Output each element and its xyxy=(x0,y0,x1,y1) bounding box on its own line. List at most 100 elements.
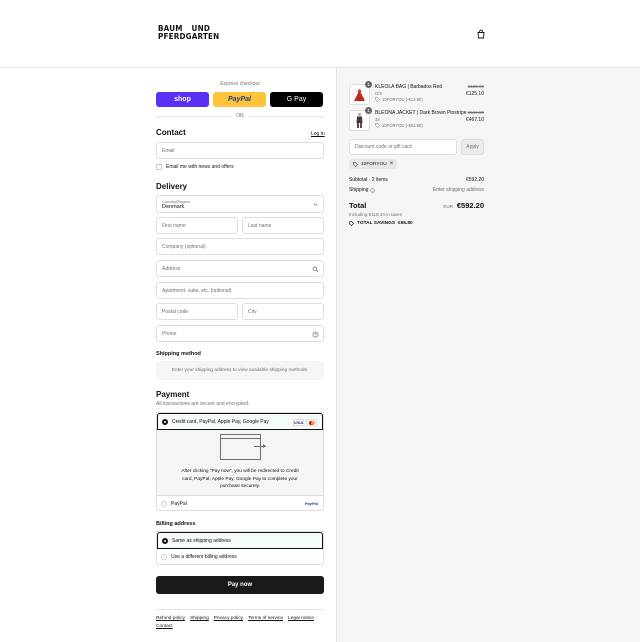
payment-heading: Payment xyxy=(156,390,190,399)
newsletter-option[interactable]: Email me with news and offers xyxy=(156,164,234,170)
help-circle-icon[interactable] xyxy=(312,331,319,338)
apply-discount-button[interactable]: Apply xyxy=(461,139,484,155)
applied-code-label: 10FORYOU xyxy=(361,161,387,167)
total-row: Total EUR €592.20 xyxy=(349,201,484,210)
shipping-row: Shipping Enter shipping address xyxy=(349,187,484,193)
item-price: €467.10 xyxy=(465,117,484,123)
phone-field[interactable]: Phone xyxy=(156,325,324,342)
address-field[interactable]: Address xyxy=(156,260,324,277)
contact-heading: Contact xyxy=(156,128,186,137)
email-field[interactable]: Email xyxy=(156,142,324,159)
postal-code-field[interactable]: Postal code xyxy=(156,303,238,320)
refund-policy-link[interactable]: Refund policy xyxy=(156,616,185,621)
shop-pay-button[interactable]: shop xyxy=(156,92,209,107)
tag-icon xyxy=(375,97,380,102)
payment-options: Credit card, PayPal, Apple Pay, Google P… xyxy=(156,412,324,511)
payment-option-paypal[interactable]: PayPal PayPal xyxy=(157,495,323,510)
shipping-info-box: Enter your shipping address to view avai… xyxy=(156,361,324,380)
first-name-field[interactable]: First name xyxy=(156,217,238,234)
payment-option-card-label: Credit card, PayPal, Apple Pay, Google P… xyxy=(172,418,269,425)
billing-same-label: Same as shipping address xyxy=(172,537,231,544)
company-placeholder: Company (optional) xyxy=(162,243,206,250)
radio-unselected[interactable] xyxy=(161,500,167,507)
billing-option-different[interactable]: Use a different billing address xyxy=(157,549,323,564)
help-circle-icon[interactable] xyxy=(370,187,376,193)
total-value: €592.20 xyxy=(456,201,484,210)
brand-logo[interactable]: BAUM UND PFERDGARTEN xyxy=(158,25,219,41)
shopping-bag-icon[interactable] xyxy=(476,29,486,39)
terms-link[interactable]: Terms of service xyxy=(248,616,283,621)
tag-icon xyxy=(353,161,358,167)
delivery-heading: Delivery xyxy=(156,182,188,191)
google-pay-button[interactable]: G Pay xyxy=(270,92,323,107)
shipping-value: Enter shipping address xyxy=(432,187,484,193)
redirect-panel: After clicking “Pay now”, you will be re… xyxy=(157,430,323,495)
discount-placeholder: Discount code or gift card xyxy=(355,144,412,150)
currency-code: EUR xyxy=(443,204,453,209)
radio-unselected[interactable] xyxy=(161,554,167,560)
radio-selected[interactable] xyxy=(162,537,168,544)
express-checkout-label: Express checkout xyxy=(220,81,260,87)
phone-placeholder: Phone xyxy=(162,330,177,337)
discount-code-input[interactable]: Discount code or gift card xyxy=(349,139,457,155)
login-link[interactable]: Log in xyxy=(311,131,325,137)
redirect-message: After clicking “Pay now”, you will be re… xyxy=(181,469,299,489)
visa-icon: VISA xyxy=(293,419,304,426)
mastercard-icon xyxy=(306,419,317,426)
shipping-link[interactable]: Shipping xyxy=(190,616,209,621)
last-name-field[interactable]: Last name xyxy=(242,217,324,234)
payment-option-card[interactable]: Credit card, PayPal, Apple Pay, Google P… xyxy=(157,413,323,430)
country-select[interactable]: Country/Region Denmark xyxy=(156,195,324,213)
email-placeholder: Email xyxy=(162,147,175,154)
newsletter-checkbox[interactable] xyxy=(156,164,162,170)
applied-discount-chip: 10FORYOU × xyxy=(349,159,398,169)
paypal-express-button[interactable]: PayPal xyxy=(213,92,266,107)
item-original-price: €139.00 xyxy=(467,84,484,89)
item-discount: 10FORYOU (-€51.90) xyxy=(375,123,423,128)
secure-text: All transactions are secure and encrypte… xyxy=(156,401,250,407)
quantity-badge: 1 xyxy=(365,81,372,88)
radio-selected[interactable] xyxy=(162,418,168,425)
shipping-method-heading: Shipping method xyxy=(156,351,201,357)
arrow-right-icon xyxy=(254,444,266,448)
privacy-policy-link[interactable]: Privacy policy xyxy=(214,616,243,621)
paypal-logo-icon: PayPal xyxy=(304,501,318,506)
browser-window-icon xyxy=(220,434,261,460)
newsletter-label: Email me with news and offers xyxy=(166,164,234,170)
item-name: BLEONA JACKET | Dark Brown Pinstripe xyxy=(375,110,467,116)
total-label: Total xyxy=(349,201,367,210)
subtotal-value: €592.20 xyxy=(465,177,484,183)
tag-icon xyxy=(375,123,380,128)
item-discount-label: 10FORYOU (-€51.90) xyxy=(382,123,423,128)
cart-item: 1 BLEONA JACKET | Dark Brown Pinstripe 3… xyxy=(349,107,484,132)
tax-line: Including €118.44 in taxes xyxy=(349,212,403,217)
company-field[interactable]: Company (optional) xyxy=(156,238,324,255)
city-field[interactable]: City xyxy=(242,303,324,320)
item-price: €125.10 xyxy=(465,91,484,97)
pay-now-button[interactable]: Pay now xyxy=(156,576,324,594)
savings-label: TOTAL SAVINGS xyxy=(357,221,396,226)
item-variant: O/S xyxy=(375,91,383,96)
billing-option-same[interactable]: Same as shipping address xyxy=(157,532,323,549)
billing-different-label: Use a different billing address xyxy=(171,554,237,560)
postal-code-placeholder: Postal code xyxy=(162,308,189,315)
legal-notice-link[interactable]: Legal notice xyxy=(288,616,314,621)
savings-value: €65.80 xyxy=(398,221,413,226)
item-variant: 34 xyxy=(375,117,380,122)
footer-divider xyxy=(156,609,324,610)
card-badges: VISA xyxy=(293,419,317,426)
site-header: BAUM UND PFERDGARTEN xyxy=(0,0,640,68)
subtotal-label: Subtotal · 2 items xyxy=(349,177,388,183)
apartment-field[interactable]: Apartment, suite, etc. (optional) xyxy=(156,282,324,299)
chevron-down-icon xyxy=(313,203,318,206)
contact-link[interactable]: Contact xyxy=(156,624,173,629)
item-discount-label: 10FORYOU (-€13.90) xyxy=(382,97,423,102)
billing-heading: Billing address xyxy=(156,521,196,527)
item-name: KLEOLA BAG | Barbados Red xyxy=(375,84,443,90)
jacket-image xyxy=(356,112,363,128)
tag-icon xyxy=(349,221,354,226)
remove-discount-icon[interactable]: × xyxy=(390,161,394,167)
item-original-price: €519.00 xyxy=(467,110,484,115)
total-savings: TOTAL SAVINGS €65.80 xyxy=(349,221,413,226)
footer-links: Refund policy Shipping Privacy policy Terms… xyxy=(156,615,324,631)
